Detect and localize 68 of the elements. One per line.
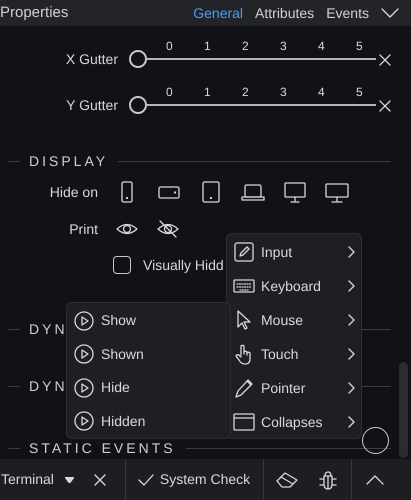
- play-circle-icon: [74, 378, 94, 398]
- check-icon: [138, 474, 154, 486]
- checkbox[interactable]: [113, 256, 131, 274]
- pen-icon: [233, 377, 255, 399]
- menu-item[interactable]: Touch: [261, 344, 348, 364]
- chevron-right-icon: [348, 416, 355, 428]
- section-heading: DISPLAY: [29, 152, 108, 170]
- terminal-label[interactable]: Terminal: [1, 469, 54, 490]
- field-label: Print: [68, 220, 98, 238]
- play-circle-icon: [74, 310, 94, 331]
- tab[interactable]: Attributes: [255, 2, 314, 24]
- slider-thumb[interactable]: [129, 96, 147, 114]
- close-icon[interactable]: [379, 100, 391, 112]
- section-heading: STATIC EVENTS: [29, 438, 176, 458]
- slider-track[interactable]: [129, 96, 376, 114]
- window-icon: [233, 411, 255, 433]
- menu-item[interactable]: Collapses: [261, 412, 348, 432]
- close-icon[interactable]: [379, 54, 391, 66]
- menu-item[interactable]: Shown: [101, 344, 144, 365]
- play-circle-icon: [74, 411, 94, 432]
- tick-label: 0: [166, 84, 174, 101]
- menu-item[interactable]: Hide: [101, 377, 130, 398]
- pencil-icon: [233, 241, 255, 263]
- menu-item[interactable]: Input: [261, 242, 348, 262]
- scrollbar-thumb[interactable]: [399, 362, 408, 458]
- close-icon[interactable]: [94, 474, 106, 486]
- chevron-right-icon: [348, 280, 355, 292]
- menu-item[interactable]: Mouse: [261, 310, 348, 330]
- play-circle-icon: [74, 344, 94, 364]
- tick-label: 1: [204, 38, 212, 55]
- tick-label: 0: [166, 38, 174, 55]
- menu-item[interactable]: Show: [101, 310, 136, 332]
- chevron-right-icon: [348, 314, 355, 326]
- eraser-icon[interactable]: [276, 472, 298, 488]
- section-heading: DYN: [29, 376, 68, 396]
- tick-label: 4: [318, 38, 326, 55]
- bug-icon[interactable]: [318, 470, 338, 490]
- eye-slash-icon[interactable]: [157, 220, 179, 238]
- chevron-right-icon: [348, 348, 355, 360]
- menu-item[interactable]: Keyboard: [261, 276, 348, 296]
- field-label: X Gutter: [64, 50, 118, 69]
- tick-label: 2: [242, 38, 250, 55]
- slider-track[interactable]: [129, 50, 376, 68]
- menu-item[interactable]: Hidden: [101, 410, 146, 432]
- caret-down-icon[interactable]: [64, 476, 74, 482]
- chevron-right-icon: [348, 382, 355, 394]
- field-label: Hide on: [48, 182, 98, 202]
- menu-item[interactable]: Pointer: [261, 378, 348, 398]
- section-heading: DYN: [29, 320, 68, 338]
- monitor-icon[interactable]: [283, 181, 307, 203]
- slider-thumb[interactable]: [129, 50, 147, 68]
- monitor-icon[interactable]: [325, 181, 349, 203]
- panel-title: Properties: [0, 2, 70, 23]
- chevron-up-icon[interactable]: [366, 474, 384, 484]
- chevron-right-icon: [348, 246, 355, 258]
- tab[interactable]: Events: [326, 2, 369, 24]
- tab[interactable]: General: [193, 2, 244, 24]
- tick-label: 1: [204, 84, 212, 101]
- tick-label: 3: [280, 38, 288, 55]
- system-check-button[interactable]: System Check: [138, 469, 250, 490]
- tick-label: 2: [242, 84, 250, 101]
- tick-label: 5: [356, 84, 364, 101]
- field-label: Y Gutter: [65, 96, 118, 115]
- tick-label: 3: [280, 84, 288, 101]
- checkbox-label: Visually Hidd: [143, 256, 224, 275]
- chevron-down-icon[interactable]: [381, 8, 399, 18]
- tick-label: 4: [318, 84, 326, 101]
- tick-label: 5: [356, 38, 364, 55]
